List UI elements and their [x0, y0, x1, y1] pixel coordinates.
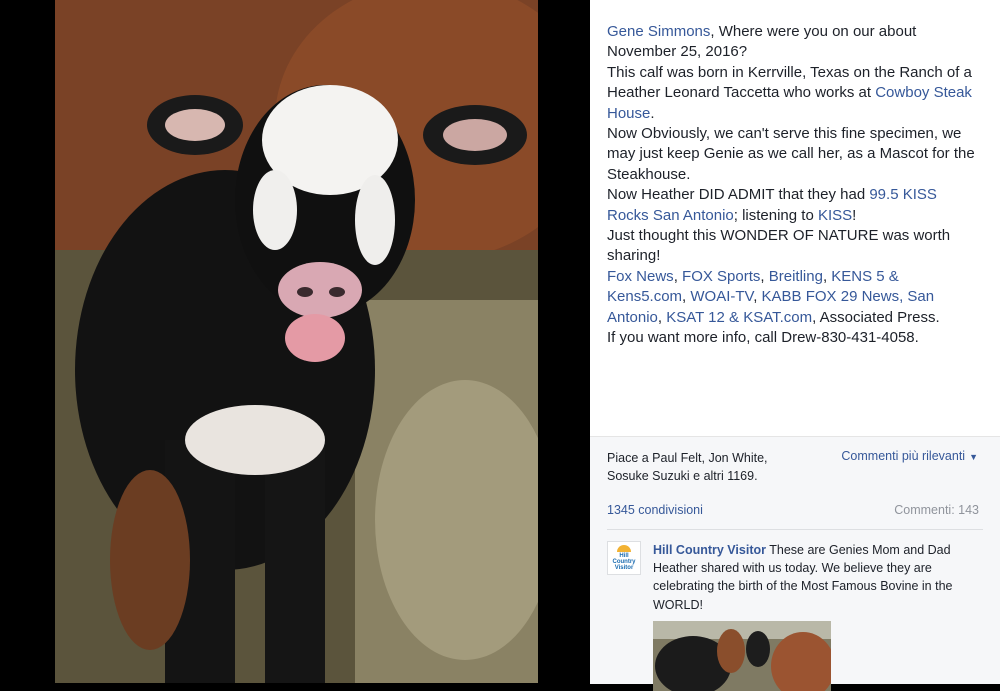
post-side-panel: Gene Simmons, Where were you on our abou… — [590, 0, 1000, 691]
separator: , — [657, 308, 667, 326]
calf-photo[interactable] — [55, 0, 538, 683]
divider — [607, 529, 983, 530]
comment-sort-label: Commenti più rilevanti — [841, 449, 966, 463]
mention-fox-sports[interactable]: FOX Sports — [682, 268, 760, 285]
logo-sun-icon — [617, 545, 631, 552]
post-line-3-end: . — [650, 104, 655, 122]
engagement-counts: 1345 condivisioni Commenti: 143 — [607, 503, 979, 517]
mention-kiss[interactable]: KISS — [818, 207, 852, 224]
avatar-logo-line-3: Visitor — [614, 565, 634, 571]
post-line-5-start: Now Heather DID ADMIT that they had — [607, 186, 870, 204]
comment-sort-dropdown[interactable]: Commenti più rilevanti ▼ — [841, 449, 978, 463]
separator: , — [753, 288, 762, 306]
post-text: Gene Simmons, Where were you on our abou… — [607, 22, 982, 349]
comments-count[interactable]: Commenti: 143 — [894, 503, 979, 517]
shares-count[interactable]: 1345 condivisioni — [607, 503, 703, 517]
post-line-7-end: , Associated Press. — [812, 308, 940, 326]
comment-photo[interactable] — [653, 621, 831, 691]
avatar[interactable]: Hill Country Visitor — [607, 541, 641, 575]
mention-woai[interactable]: WOAI-TV — [690, 288, 753, 305]
post-line-8: If you want more info, call Drew-830-431… — [607, 329, 919, 347]
mention-gene-simmons[interactable]: Gene Simmons — [607, 23, 710, 40]
separator: , — [673, 267, 683, 285]
post-footer: Piace a Paul Felt, Jon White, Sosuke Suz… — [590, 436, 1000, 691]
cows-illustration — [653, 621, 831, 691]
post-line-6: Just thought this WONDER OF NATURE was w… — [607, 227, 951, 265]
post-line-4: Now Obviously, we can't serve this fine … — [607, 125, 975, 183]
comment-body: Hill Country Visitor These are Genies Mo… — [653, 541, 963, 614]
separator: , — [760, 267, 769, 285]
likes-summary[interactable]: Piace a Paul Felt, Jon White, Sosuke Suz… — [607, 449, 807, 485]
post-line-5-mid: ; listening to — [733, 206, 818, 224]
mention-ksat[interactable]: KSAT 12 & KSAT.com — [666, 309, 812, 326]
mention-fox-news[interactable]: Fox News — [607, 268, 674, 285]
mention-breitling[interactable]: Breitling — [769, 268, 823, 285]
post-line-5-end: ! — [852, 206, 857, 224]
photo-viewer — [0, 0, 590, 683]
comment-author[interactable]: Hill Country Visitor — [653, 543, 766, 557]
chevron-down-icon: ▼ — [969, 452, 978, 462]
calf-illustration — [55, 0, 538, 683]
